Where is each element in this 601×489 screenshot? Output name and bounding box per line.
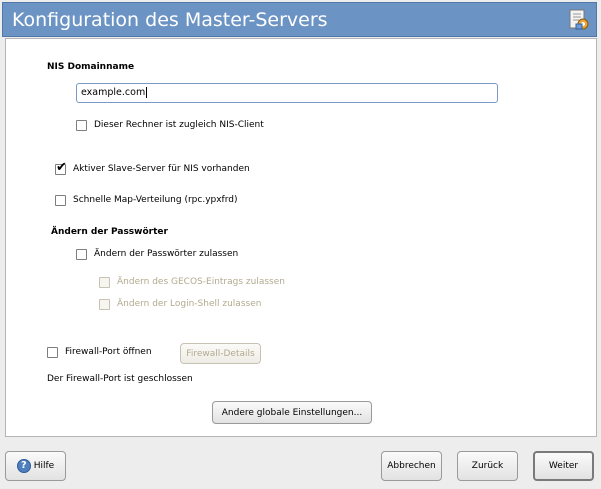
allow-password-change-label: Ändern der Passwörter zulassen [94,249,239,259]
window-title: Konfiguration des Master-Servers [12,9,328,31]
slave-server-label: Aktiver Slave-Server für NIS vorhanden [73,164,250,174]
nis-domain-input[interactable]: example.com [76,83,498,103]
firewall-port-label: Firewall-Port öffnen [65,347,152,357]
cancel-button[interactable]: Abbrechen [381,451,442,481]
text-caret [146,87,148,98]
nis-client-checkbox[interactable] [76,120,87,131]
help-button-label: Hilfe [33,461,55,471]
fast-map-label: Schnelle Map-Verteilung (rpc.ypxfrd) [73,195,238,205]
other-settings-button[interactable]: Andere globale Einstellungen... [212,401,372,424]
settings-document-icon [569,9,589,30]
nis-domain-label: NIS Domainname [47,62,135,72]
title-bar: Konfiguration des Master-Servers [2,2,597,37]
login-shell-label: Ändern der Login-Shell zulassen [117,299,262,309]
fast-map-checkbox[interactable] [55,195,66,206]
checkmark-icon: ✔ [56,160,67,175]
login-shell-checkbox[interactable] [99,299,110,310]
help-icon: ? [16,459,31,473]
nis-domain-value: example.com [81,87,146,98]
firewall-status-text: Der Firewall-Port ist geschlossen [47,374,193,384]
firewall-details-button[interactable]: Firewall-Details [180,343,261,364]
allow-password-change-checkbox[interactable] [76,249,87,260]
back-button[interactable]: Zurück [457,451,518,481]
next-button[interactable]: Weiter [533,451,594,481]
nis-client-label: Dieser Rechner ist zugleich NIS-Client [94,120,264,130]
gecos-checkbox[interactable] [99,277,110,288]
slave-server-checkbox[interactable]: ✔ [55,160,67,175]
password-section-heading: Ändern der Passwörter [51,227,168,237]
gecos-label: Ändern des GECOS-Eintrags zulassen [117,277,285,287]
help-button[interactable]: ? Hilfe [5,451,66,481]
firewall-port-checkbox[interactable] [47,347,58,358]
